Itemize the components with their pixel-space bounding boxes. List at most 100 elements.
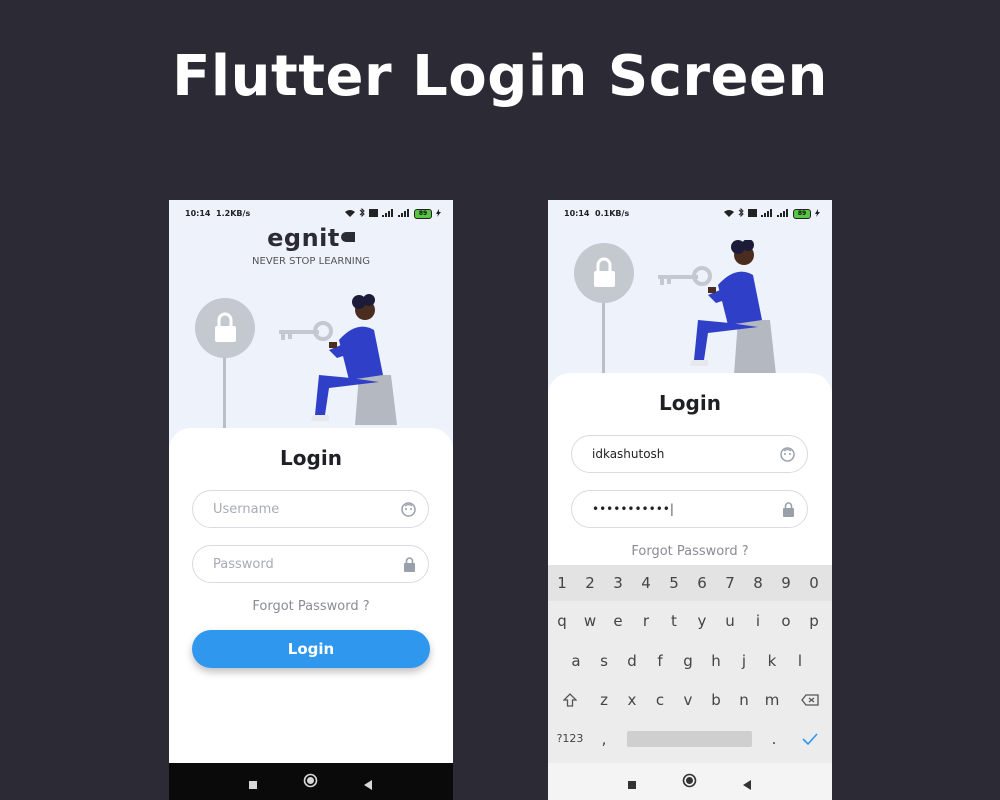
password-value: •••••••••••| [592, 502, 674, 516]
key-a[interactable]: a [564, 649, 588, 673]
signal-icon [382, 208, 394, 219]
key-d[interactable]: d [620, 649, 644, 673]
brand-logo: egnit [169, 224, 453, 252]
key-u[interactable]: u [718, 609, 742, 633]
key-x[interactable]: x [620, 688, 644, 712]
key-s[interactable]: s [592, 649, 616, 673]
key-7[interactable]: 7 [718, 571, 742, 595]
lock-icon [403, 557, 416, 576]
key-h[interactable]: h [704, 649, 728, 673]
key-5[interactable]: 5 [662, 571, 686, 595]
keyboard-number-row: 1 2 3 4 5 6 7 8 9 0 [548, 565, 832, 601]
status-bar: 10:14 1.2KB/s 89 [169, 200, 453, 226]
face-icon [780, 447, 795, 466]
key-j[interactable]: j [732, 649, 756, 673]
username-placeholder: Username [213, 502, 280, 517]
home-icon[interactable] [682, 773, 697, 792]
nav-bar [548, 763, 832, 800]
login-button[interactable]: Login [192, 630, 430, 668]
key-8[interactable]: 8 [746, 571, 770, 595]
key-p[interactable]: p [802, 609, 826, 633]
keyboard-row-1: q w e r t y u i o p [548, 609, 832, 633]
battery-icon: 89 [414, 208, 432, 219]
keyboard-row-3: z x c v b n m [548, 688, 832, 712]
status-time: 10:14 1.2KB/s [185, 209, 251, 218]
phone-login-filled: 10:14 0.1KB/s 89 Login idkashutosh •••••… [548, 200, 832, 800]
plug-icon [340, 232, 355, 242]
key-0[interactable]: 0 [802, 571, 826, 595]
key-e[interactable]: e [606, 609, 630, 633]
hd-icon [748, 208, 757, 219]
login-illustration [574, 240, 776, 375]
password-placeholder: Password [213, 557, 274, 572]
charging-icon [436, 208, 441, 219]
key-k[interactable]: k [760, 649, 784, 673]
key-r[interactable]: r [634, 609, 658, 633]
password-field[interactable]: •••••••••••| [571, 490, 808, 528]
shift-icon[interactable] [558, 688, 582, 712]
hd-icon [369, 208, 378, 219]
login-title: Login [280, 446, 342, 470]
back-icon[interactable] [742, 775, 752, 794]
check-icon[interactable] [798, 727, 822, 751]
page-headline: Flutter Login Screen [172, 44, 828, 109]
key-f[interactable]: f [648, 649, 672, 673]
username-value: idkashutosh [592, 447, 665, 461]
login-illustration [195, 294, 397, 430]
key-i[interactable]: i [746, 609, 770, 633]
key-z[interactable]: z [592, 688, 616, 712]
key-6[interactable]: 6 [690, 571, 714, 595]
login-card: Login Username Password Forgot Password … [169, 428, 453, 768]
home-icon[interactable] [303, 773, 318, 792]
status-time: 10:14 0.1KB/s [564, 209, 630, 218]
forgot-password-link[interactable]: Forgot Password ? [548, 544, 832, 559]
forgot-password-link[interactable]: Forgot Password ? [169, 599, 453, 614]
wifi-icon [724, 209, 734, 219]
key-period[interactable]: . [762, 727, 786, 751]
login-card: Login idkashutosh •••••••••••| Forgot Pa… [548, 373, 832, 573]
key-y[interactable]: y [690, 609, 714, 633]
keyboard-row-2: a s d f g h j k l [548, 649, 832, 673]
back-icon[interactable] [363, 775, 373, 794]
key-g[interactable]: g [676, 649, 700, 673]
key-b[interactable]: b [704, 688, 728, 712]
brand-tagline: NEVER STOP LEARNING [252, 256, 370, 267]
key-9[interactable]: 9 [774, 571, 798, 595]
username-field[interactable]: Username [192, 490, 429, 528]
password-field[interactable]: Password [192, 545, 429, 583]
status-bar: 10:14 0.1KB/s 89 [548, 200, 832, 226]
key-m[interactable]: m [760, 688, 784, 712]
key-2[interactable]: 2 [578, 571, 602, 595]
username-field[interactable]: idkashutosh [571, 435, 808, 473]
soft-keyboard: 1 2 3 4 5 6 7 8 9 0 q w e r t y u i o p … [548, 565, 832, 763]
key-t[interactable]: t [662, 609, 686, 633]
key-3[interactable]: 3 [606, 571, 630, 595]
key-comma[interactable]: , [592, 727, 616, 751]
key-4[interactable]: 4 [634, 571, 658, 595]
keyboard-row-4: ?123 , . [548, 727, 832, 751]
backspace-icon[interactable] [798, 688, 822, 712]
recent-apps-icon[interactable] [248, 775, 258, 794]
signal-2-icon [777, 208, 789, 219]
bluetooth-icon [359, 207, 365, 219]
nav-bar [169, 763, 453, 800]
signal-icon [761, 208, 773, 219]
key-symbols[interactable]: ?123 [556, 727, 584, 751]
key-q[interactable]: q [550, 609, 574, 633]
phone-login-empty: 10:14 1.2KB/s 89 egnit NEVER STOP LEARNI… [169, 200, 453, 800]
key-w[interactable]: w [578, 609, 602, 633]
bluetooth-icon [738, 207, 744, 219]
face-icon [401, 502, 416, 521]
signal-2-icon [398, 208, 410, 219]
battery-icon: 89 [793, 208, 811, 219]
key-n[interactable]: n [732, 688, 756, 712]
key-l[interactable]: l [788, 649, 812, 673]
recent-apps-icon[interactable] [627, 775, 637, 794]
key-c[interactable]: c [648, 688, 672, 712]
login-title: Login [659, 391, 721, 415]
key-1[interactable]: 1 [550, 571, 574, 595]
charging-icon [815, 208, 820, 219]
key-v[interactable]: v [676, 688, 700, 712]
key-o[interactable]: o [774, 609, 798, 633]
spacebar[interactable] [627, 731, 752, 747]
